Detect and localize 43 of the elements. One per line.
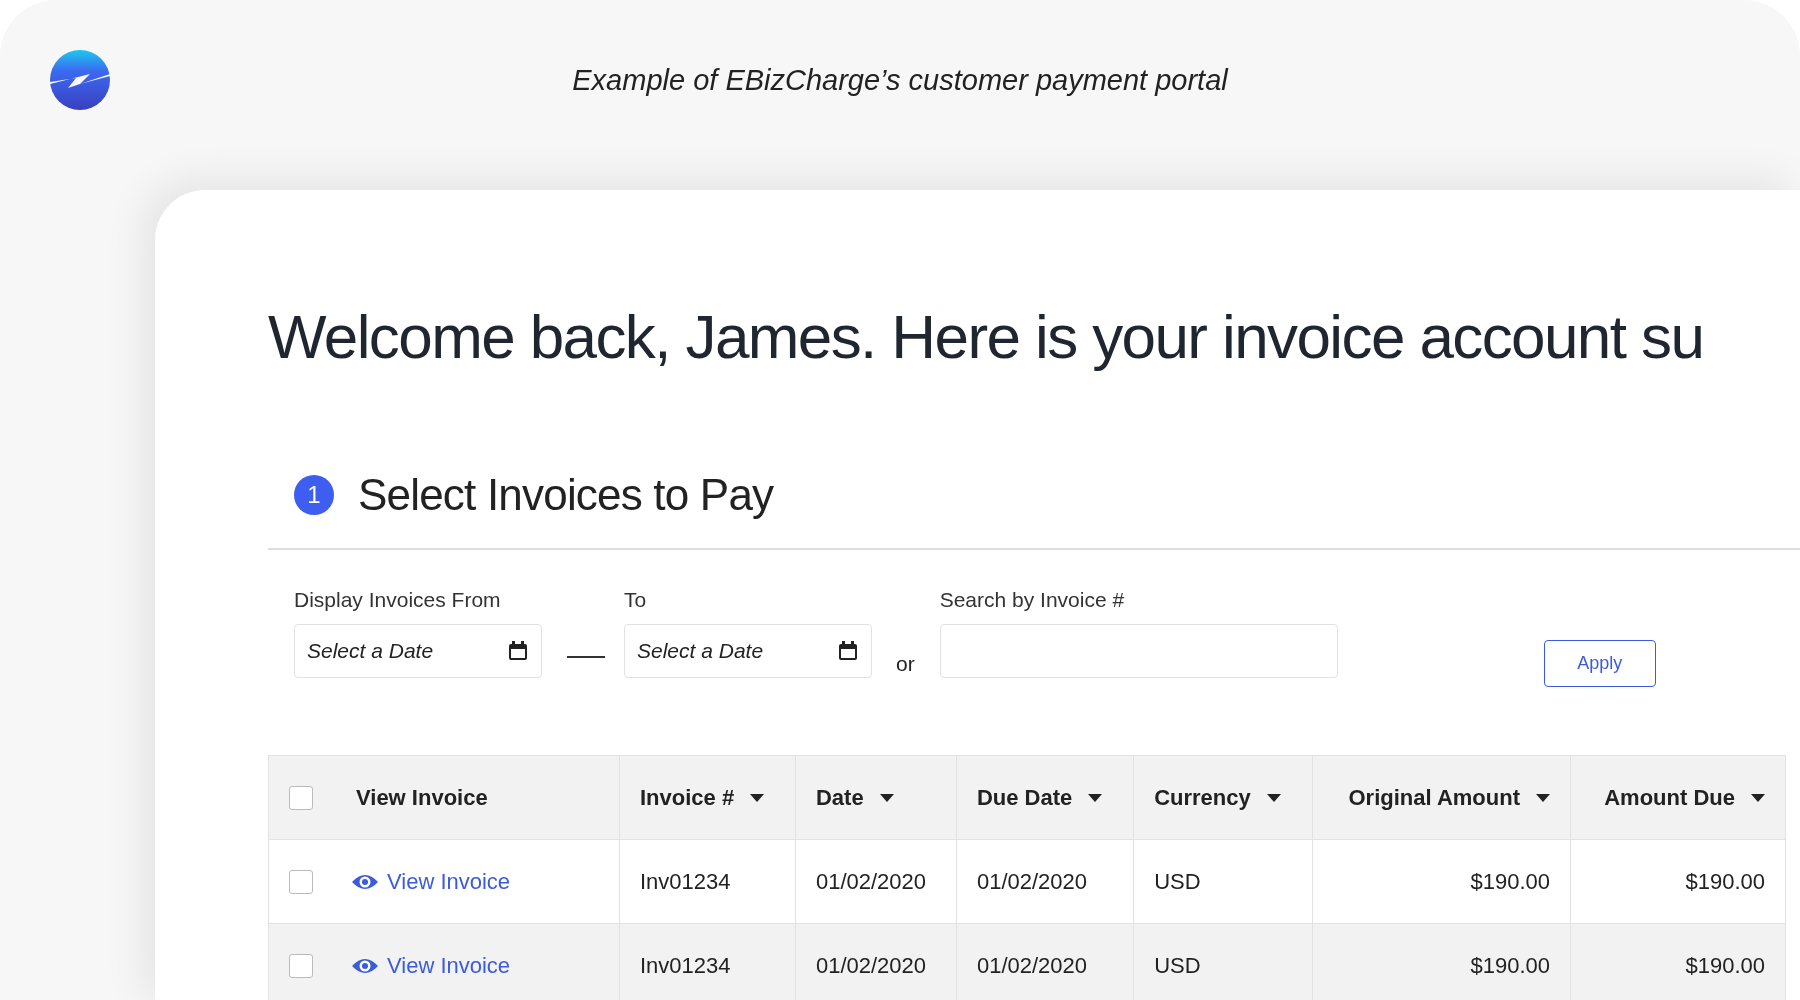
calendar-icon xyxy=(508,641,528,661)
step-badge: 1 xyxy=(294,475,334,515)
logo-icon xyxy=(50,50,110,110)
table-cell: $190.00 xyxy=(1470,952,1550,978)
table-cell: 01/02/2020 xyxy=(815,952,927,978)
checkbox[interactable] xyxy=(289,869,313,894)
sort-caret-icon xyxy=(1088,793,1103,802)
date-field[interactable]: Select a Date xyxy=(294,624,542,678)
field-label: Display Invoices From xyxy=(294,588,502,612)
checkbox[interactable] xyxy=(289,953,313,978)
field-label: Search by Invoice # xyxy=(939,588,1126,612)
section-title: Select Invoices to Pay xyxy=(358,470,774,520)
apply-button[interactable]: Apply xyxy=(1543,640,1656,687)
table-cell: $190.00 xyxy=(1685,952,1765,978)
table-cell: USD xyxy=(1154,952,1201,978)
table-cell: $190.00 xyxy=(1685,868,1765,894)
table-cell: 01/02/2020 xyxy=(815,868,927,894)
column-header[interactable]: Currency xyxy=(1154,784,1251,811)
sort-caret-icon xyxy=(1751,793,1765,802)
checkbox[interactable] xyxy=(289,785,313,810)
sort-caret-icon xyxy=(1536,793,1550,802)
table-cell: USD xyxy=(1154,868,1201,894)
view-invoice-link[interactable]: View Invoice xyxy=(387,868,511,895)
column-header[interactable]: Date xyxy=(815,784,864,811)
column-header[interactable]: Due Date xyxy=(976,784,1073,811)
column-header: View Invoice xyxy=(356,784,488,811)
sort-caret-icon xyxy=(1266,793,1281,802)
table-cell: $190.00 xyxy=(1470,868,1550,894)
date-field[interactable]: Select a Date xyxy=(624,624,872,678)
view-invoice-link[interactable]: View Invoice xyxy=(387,952,511,979)
column-header[interactable]: Amount Due xyxy=(1604,784,1735,811)
calendar-icon xyxy=(838,641,858,661)
caption-text: Example of EBizCharge’s customer payment portal xyxy=(571,63,1230,97)
table-cell: Inv01234 xyxy=(640,952,731,978)
sort-caret-icon xyxy=(750,793,765,802)
sort-caret-icon xyxy=(879,793,894,802)
search-field[interactable] xyxy=(939,624,1338,678)
table-cell: 01/02/2020 xyxy=(976,952,1087,978)
field-label: To xyxy=(624,588,648,612)
column-header[interactable]: Invoice # xyxy=(640,784,735,811)
table-cell: 01/02/2020 xyxy=(976,868,1087,894)
table-cell: Inv01234 xyxy=(640,868,731,894)
or-text: or xyxy=(896,652,915,676)
